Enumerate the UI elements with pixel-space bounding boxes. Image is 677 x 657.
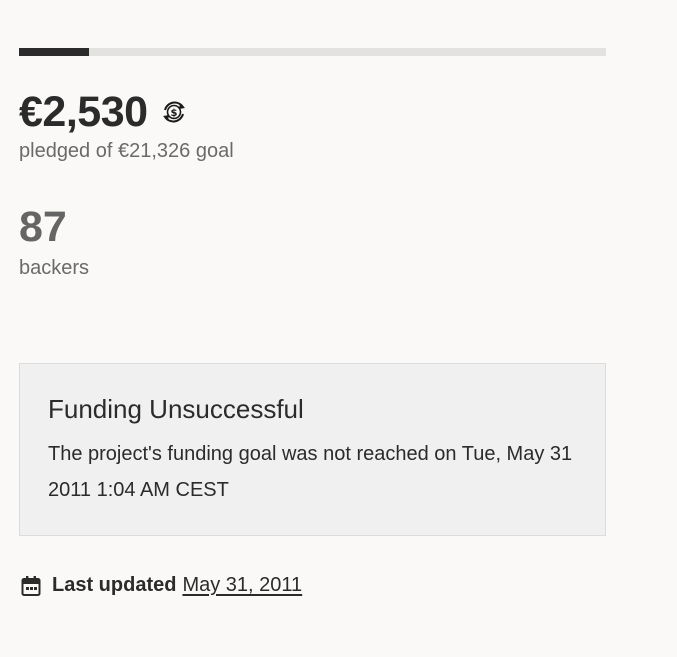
funding-progress-fill [19,48,89,56]
last-updated-label: Last updated [52,574,177,596]
svg-text:$: $ [170,108,177,119]
last-updated-row: Last updated May 31, 2011 [21,574,302,597]
last-updated-date-link[interactable]: May 31, 2011 [182,574,302,597]
currency-convert-icon[interactable]: $ [158,96,190,128]
status-title: Funding Unsuccessful [48,394,304,424]
backers-caption: backers [19,257,90,279]
status-message: The project's funding goal was not reach… [48,443,573,501]
calendar-icon [21,575,41,597]
funding-status-box: Funding Unsuccessful The project's fundi… [19,363,606,536]
funding-progress-bar [19,48,606,56]
pledged-amount: €2,530 [19,87,148,136]
pledged-row: €2,530 $ [19,86,190,138]
backers-count: 87 [19,203,67,251]
pledged-caption: pledged of €21,326 goal [19,140,234,162]
funding-panel: €2,530 $ pledged of €21,326 goal 87 back… [0,0,677,657]
